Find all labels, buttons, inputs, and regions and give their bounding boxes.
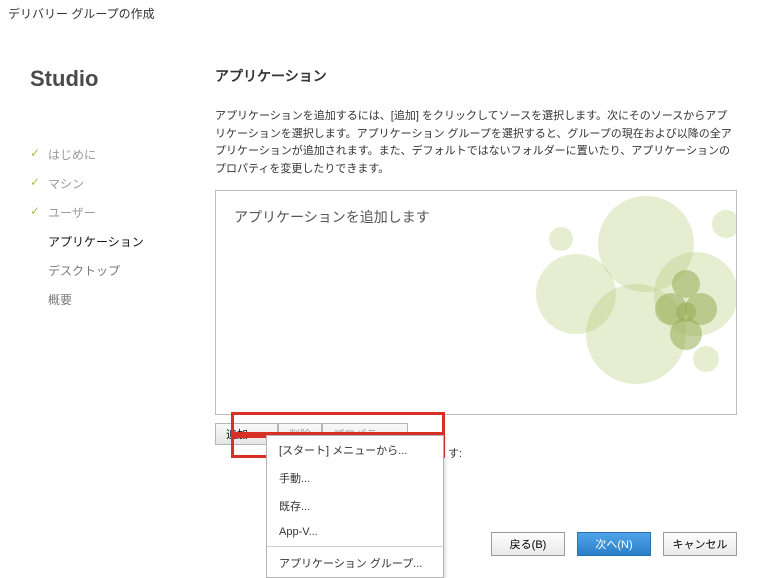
menu-item-start-menu[interactable]: [スタート] メニューから... [267,436,443,464]
menu-separator [267,546,443,547]
brand-label: Studio [30,66,185,92]
application-box-placeholder: アプリケーションを追加します [234,207,718,227]
step-intro[interactable]: はじめに [30,140,185,169]
step-machine[interactable]: マシン [30,169,185,198]
page-title: アプリケーション [215,66,737,86]
step-user[interactable]: ユーザー [30,198,185,227]
menu-item-appv[interactable]: App-V... [267,520,443,544]
window-title: デリバリー グループの作成 [0,0,757,32]
menu-item-existing[interactable]: 既存... [267,492,443,520]
next-button[interactable]: 次へ(N) [577,532,651,556]
step-application[interactable]: アプリケーション [30,227,185,256]
step-desktop[interactable]: デスクトップ [30,256,185,285]
step-summary[interactable]: 概要 [30,285,185,314]
sidebar: Studio はじめに マシン ユーザー アプリケーション デスクトップ 概要 [0,32,195,572]
page-description: アプリケーションを追加するには、[追加] をクリックしてソースを選択します。次に… [215,108,737,178]
menu-item-app-group[interactable]: アプリケーション グループ... [267,549,443,577]
add-button-label: 追加... [226,426,257,442]
application-list-box: アプリケーションを追加します [215,190,737,415]
folder-label-suffix: す: [448,445,462,461]
cancel-button[interactable]: キャンセル [663,532,737,556]
back-button[interactable]: 戻る(B) [491,532,565,556]
add-dropdown-menu: [スタート] メニューから... 手動... 既存... App-V... アプ… [266,435,444,578]
footer-buttons: 戻る(B) 次へ(N) キャンセル [491,532,737,556]
step-list: はじめに マシン ユーザー アプリケーション デスクトップ 概要 [30,140,185,314]
menu-item-manual[interactable]: 手動... [267,464,443,492]
